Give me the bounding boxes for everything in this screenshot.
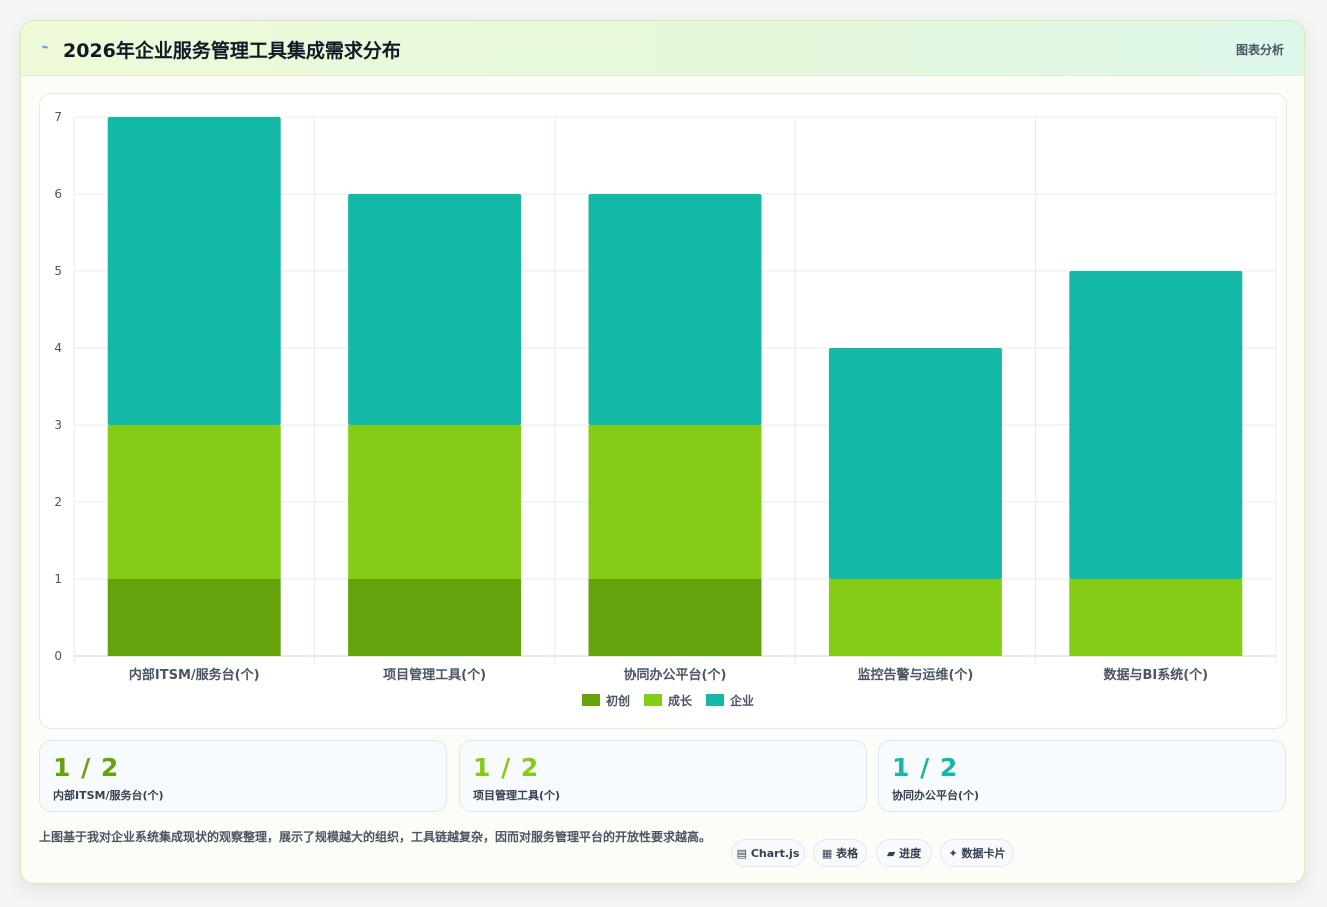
chart-note: 上图基于我对企业系统集成现状的观察整理，展示了规模越大的组织，工具链越复杂，因而… [39,830,712,844]
stat-card-collab: 1 / 2 协同办公平台(个) [878,740,1286,812]
tag-label: 数据卡片 [961,847,1006,860]
tag-label: 进度 [899,847,922,860]
chart-icon: ▤ [736,847,748,860]
tag-progress[interactable]: ▰ 进度 [876,839,932,867]
stacked-bar-chart: 0 1 2 3 4 5 6 7 内部ITSM/服务台(个) 项目管理工具(个) 协同办公平台(个) 监… [54,110,1277,708]
bar-segment [828,579,1002,656]
legend-label: 初创 [606,693,630,708]
bar-segment [588,579,762,656]
bar-segment [1069,271,1243,579]
x-tick-label: 项目管理工具(个) [383,667,486,683]
bar-segment [107,579,281,656]
x-tick-label: 内部ITSM/服务台(个) [129,667,260,683]
bar-segment [107,425,281,579]
stat-value: 1 / 2 [53,753,120,782]
bar-segment [348,579,522,656]
x-tick-label: 监控告警与运维(个) [857,667,973,683]
chart-area: 0 1 2 3 4 5 6 7 内部ITSM/服务台(个) 项目管理工具(个) 协同办公平台(个) 监… [39,93,1287,729]
y-tick-label: 7 [54,110,62,124]
chart-card: ⌁ 2026年企业服务管理工具集成需求分布 图表分析 0 1 2 3 4 5 6 7 内部ITS… [20,20,1305,884]
stat-value: 1 / 2 [473,753,540,782]
legend-swatch [706,694,724,706]
tag-table[interactable]: ▦ 表格 [813,839,867,867]
legend-swatch [644,694,662,706]
tag-label: 表格 [836,847,859,860]
bar-segment [107,117,281,425]
card-header: ⌁ 2026年企业服务管理工具集成需求分布 图表分析 [21,21,1304,76]
chart-analysis-label: 图表分析 [1235,43,1284,57]
x-tick-label: 数据与BI系统(个) [1103,667,1208,683]
bar-segment [588,194,762,425]
bar-segment [348,194,522,425]
stat-label: 内部ITSM/服务台(个) [53,789,164,802]
progress-icon: ▰ [886,847,896,860]
bar-segment [828,348,1002,579]
bar-segment [1069,579,1243,656]
y-tick-label: 3 [54,418,62,432]
y-tick-label: 1 [54,572,62,586]
y-tick-label: 6 [54,187,62,201]
x-tick-label: 协同办公平台(个) [624,667,727,683]
table-icon: ▦ [821,847,833,860]
legend-label: 成长 [668,693,693,708]
y-tick-label: 0 [54,649,62,663]
y-tick-label: 5 [54,264,62,278]
stat-label: 协同办公平台(个) [892,789,980,802]
legend-label: 企业 [729,693,754,708]
y-tick-label: 4 [54,341,62,355]
legend-swatch [582,694,600,706]
sparkle-icon: ✦ [948,847,958,860]
bar-segment [588,425,762,579]
tag-label: Chart.js [750,847,800,860]
y-tick-label: 2 [54,495,62,509]
bar-segment [348,425,522,579]
stat-card-itsm: 1 / 2 内部ITSM/服务台(个) [39,740,447,812]
stat-value: 1 / 2 [892,753,959,782]
stat-card-project: 1 / 2 项目管理工具(个) [459,740,867,812]
stat-label: 项目管理工具(个) [473,789,561,802]
pulse-icon: ⌁ [41,40,49,55]
chart-title: 2026年企业服务管理工具集成需求分布 [63,40,401,62]
tag-chartjs[interactable]: ▤ Chart.js [731,839,805,867]
tag-data-card[interactable]: ✦ 数据卡片 [940,839,1014,867]
